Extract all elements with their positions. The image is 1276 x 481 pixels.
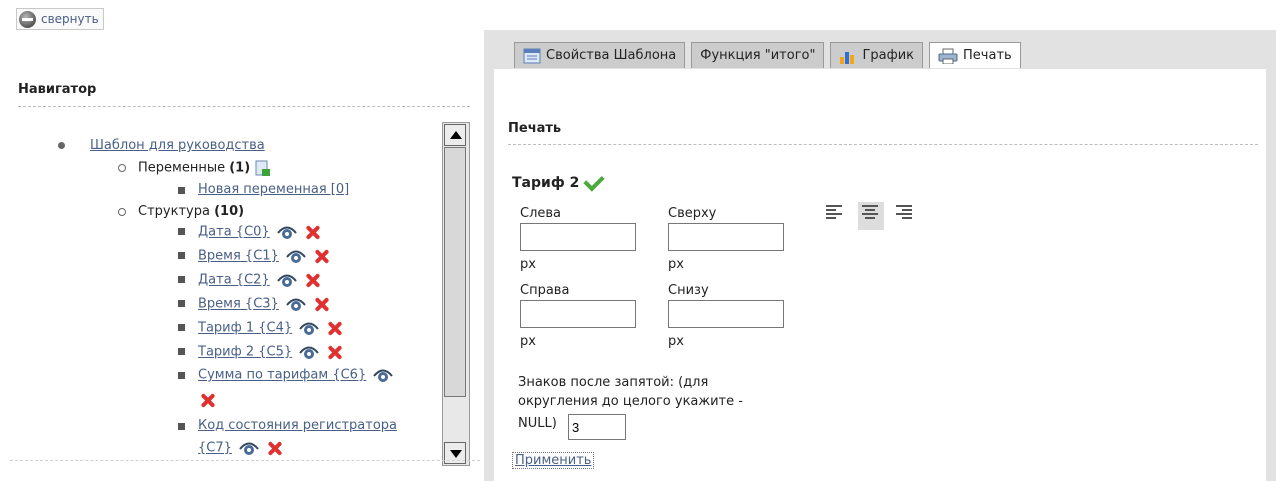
top-margin-input[interactable]: [668, 223, 784, 251]
top-label: Сверху: [668, 206, 717, 221]
eye-icon[interactable]: [286, 248, 306, 264]
navigator-tree: Шаблон для руководства Переменные (1) Но…: [30, 120, 470, 465]
tree-square: [178, 423, 185, 430]
tree-circle: [118, 208, 126, 216]
tree-square: [178, 187, 185, 194]
tree-square: [178, 228, 185, 235]
tree-square: [178, 276, 185, 283]
delete-icon[interactable]: [325, 319, 343, 337]
tree-circle: [118, 164, 126, 172]
tree-root-link[interactable]: Шаблон для руководства: [90, 138, 265, 153]
delete-icon[interactable]: [312, 247, 330, 265]
delete-icon[interactable]: [312, 295, 330, 313]
tab-bar: Свойства Шаблона Функция "итого" График …: [514, 42, 1021, 68]
tariff-label: Тариф 2: [512, 175, 580, 191]
new-variable-link[interactable]: Новая переменная [0]: [198, 182, 349, 197]
tab-label: Печать: [963, 48, 1012, 63]
scroll-up-button[interactable]: [444, 124, 466, 146]
add-variable-icon[interactable]: [254, 160, 271, 176]
tree-square: [178, 372, 185, 379]
decimals-text-2: округления до целого укажите -: [518, 394, 743, 409]
unit-label: px: [668, 257, 684, 272]
apply-button[interactable]: Применить: [512, 452, 595, 469]
eye-icon[interactable]: [373, 367, 394, 383]
navigator-scrollbar[interactable]: [442, 122, 470, 466]
decimals-text-1: Знаков после запятой: (для: [518, 375, 709, 390]
eye-icon[interactable]: [277, 224, 297, 240]
eye-icon[interactable]: [239, 440, 259, 456]
align-right-icon[interactable]: [896, 205, 914, 223]
tree-square: [178, 324, 185, 331]
structure-item-link[interactable]: Тариф 2 {C5}: [198, 345, 292, 360]
tab-total-function[interactable]: Функция "итого": [691, 42, 825, 68]
template-properties-icon: [523, 48, 541, 63]
structure-label: Структура: [138, 204, 210, 219]
structure-item-link[interactable]: Тариф 1 {C4}: [198, 321, 292, 336]
eye-icon[interactable]: [286, 296, 306, 312]
decimals-input[interactable]: [568, 414, 626, 440]
eye-icon[interactable]: [299, 320, 320, 336]
print-settings: Печать Тариф 2 Слева Сверху px px Справа…: [494, 69, 1266, 481]
collapse-icon: [19, 10, 36, 28]
left-label: Слева: [520, 206, 562, 221]
bottom-margin-input[interactable]: [668, 300, 784, 328]
bottom-divider: [10, 460, 480, 461]
structure-item-link[interactable]: Дата {C2}: [198, 273, 270, 288]
tab-label: Функция "итого": [700, 48, 816, 63]
tab-template-properties[interactable]: Свойства Шаблона: [514, 42, 686, 68]
navigator-title: Навигатор: [18, 82, 97, 97]
decimals-label: Знаков после запятой: (для округления до…: [518, 373, 818, 433]
tree-square: [178, 348, 185, 355]
section-title: Печать: [508, 121, 562, 136]
printer-icon: [938, 48, 958, 64]
delete-icon[interactable]: [265, 439, 283, 457]
variables-label: Переменные: [138, 160, 226, 176]
properties-panel: Свойства Шаблона Функция "итого" График …: [484, 30, 1276, 481]
tree-bullet: [58, 142, 65, 149]
eye-icon[interactable]: [277, 272, 297, 288]
structure-item-link[interactable]: Сумма по тарифам {C6}: [198, 368, 366, 383]
tab-label: График: [862, 48, 915, 63]
tab-print[interactable]: Печать: [929, 42, 1021, 68]
structure-item-link[interactable]: Код состояния регистратора: [198, 418, 397, 433]
structure-item-link[interactable]: Время {C3}: [198, 297, 279, 312]
left-margin-input[interactable]: [520, 223, 636, 251]
delete-icon[interactable]: [198, 391, 216, 409]
delete-icon[interactable]: [303, 223, 321, 241]
structure-item-code[interactable]: {C7}: [198, 441, 232, 456]
check-icon: [583, 170, 605, 192]
section-divider: [508, 144, 1258, 145]
tab-chart[interactable]: График: [830, 42, 924, 68]
delete-icon[interactable]: [303, 271, 321, 289]
right-label: Справа: [520, 283, 570, 298]
align-center-icon[interactable]: [858, 202, 884, 230]
structure-item-link[interactable]: Время {C1}: [198, 249, 279, 264]
collapse-label: свернуть: [41, 12, 99, 26]
chart-icon: [840, 51, 855, 64]
structure-count: (10): [214, 204, 245, 219]
variables-count: (1): [229, 160, 251, 176]
tab-label: Свойства Шаблона: [546, 48, 677, 63]
collapse-button[interactable]: свернуть: [16, 8, 104, 30]
decimals-text-3: NULL): [518, 416, 557, 431]
delete-icon[interactable]: [325, 343, 343, 361]
right-margin-input[interactable]: [520, 300, 636, 328]
navigator-divider: [18, 106, 470, 107]
tree-square: [178, 252, 185, 259]
eye-icon[interactable]: [299, 344, 320, 360]
bottom-label: Снизу: [668, 283, 709, 298]
unit-label: px: [520, 334, 536, 349]
tariff-title: Тариф 2: [512, 170, 605, 192]
unit-label: px: [668, 334, 684, 349]
unit-label: px: [520, 257, 536, 272]
align-left-icon[interactable]: [826, 205, 844, 223]
structure-item-link[interactable]: Дата {C0}: [198, 225, 270, 240]
tree-square: [178, 300, 185, 307]
scroll-thumb[interactable]: [444, 147, 466, 397]
